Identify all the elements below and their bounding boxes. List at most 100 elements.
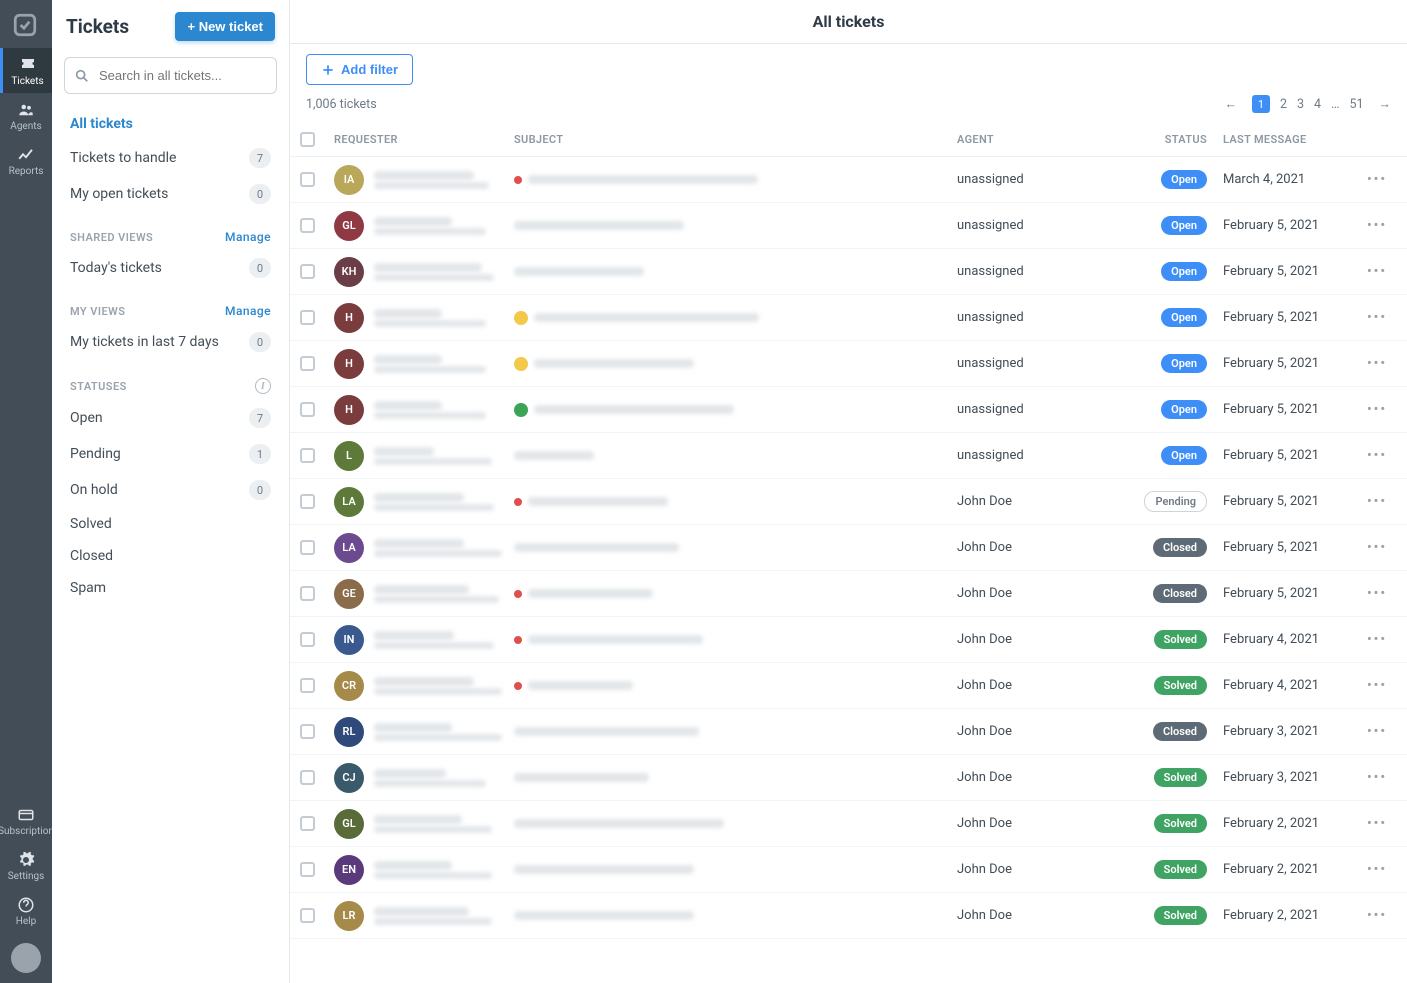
- table-row[interactable]: HunassignedOpenFebruary 5, 2021•••: [290, 387, 1407, 433]
- status-badge: Open: [1161, 216, 1207, 235]
- status-badge: Open: [1161, 262, 1207, 281]
- add-filter-button[interactable]: Add filter: [306, 54, 413, 85]
- row-more-icon[interactable]: •••: [1357, 632, 1397, 647]
- row-checkbox[interactable]: [300, 816, 315, 831]
- requester-avatar: GE: [334, 579, 364, 609]
- row-more-icon[interactable]: •••: [1357, 540, 1397, 555]
- row-checkbox[interactable]: [300, 632, 315, 647]
- sidebar-item[interactable]: My tickets in last 7 days0: [60, 324, 281, 360]
- row-checkbox[interactable]: [300, 862, 315, 877]
- col-last-message[interactable]: LAST MESSAGE: [1207, 133, 1357, 146]
- table-row[interactable]: CJJohn DoeSolvedFebruary 3, 2021•••: [290, 755, 1407, 801]
- next-page-icon[interactable]: →: [1379, 97, 1392, 112]
- sidebar-item[interactable]: My open tickets0: [60, 176, 281, 212]
- sidebar-item[interactable]: Spam: [60, 572, 281, 604]
- info-icon[interactable]: i: [255, 378, 271, 394]
- row-more-icon[interactable]: •••: [1357, 448, 1397, 463]
- rail-help[interactable]: Help: [0, 888, 52, 933]
- row-more-icon[interactable]: •••: [1357, 494, 1397, 509]
- row-more-icon[interactable]: •••: [1357, 770, 1397, 785]
- row-checkbox[interactable]: [300, 448, 315, 463]
- rail-tickets[interactable]: Tickets: [0, 48, 52, 93]
- table-row[interactable]: RLJohn DoeClosedFebruary 3, 2021•••: [290, 709, 1407, 755]
- select-all-checkbox[interactable]: [300, 132, 315, 147]
- row-more-icon[interactable]: •••: [1357, 310, 1397, 325]
- row-checkbox[interactable]: [300, 356, 315, 371]
- row-checkbox[interactable]: [300, 540, 315, 555]
- col-agent[interactable]: AGENT: [957, 133, 1087, 146]
- table-row[interactable]: GEJohn DoeClosedFebruary 5, 2021•••: [290, 571, 1407, 617]
- table-row[interactable]: CRJohn DoeSolvedFebruary 4, 2021•••: [290, 663, 1407, 709]
- col-subject[interactable]: SUBJECT: [514, 133, 957, 146]
- col-status[interactable]: STATUS: [1087, 133, 1207, 146]
- sidebar-item[interactable]: Tickets to handle7: [60, 140, 281, 176]
- user-avatar[interactable]: [11, 943, 41, 973]
- requester-name: [374, 861, 452, 870]
- prev-page-icon[interactable]: ←: [1224, 97, 1237, 112]
- col-requester[interactable]: REQUESTER: [334, 133, 514, 146]
- page-number[interactable]: 1: [1252, 95, 1270, 113]
- row-more-icon[interactable]: •••: [1357, 218, 1397, 233]
- row-more-icon[interactable]: •••: [1357, 264, 1397, 279]
- page-number: …: [1331, 97, 1339, 112]
- row-checkbox[interactable]: [300, 310, 315, 325]
- table-row[interactable]: LAJohn DoePendingFebruary 5, 2021•••: [290, 479, 1407, 525]
- sidebar-item[interactable]: Closed: [60, 540, 281, 572]
- row-checkbox[interactable]: [300, 678, 315, 693]
- table-row[interactable]: GLJohn DoeSolvedFebruary 2, 2021•••: [290, 801, 1407, 847]
- sidebar-item[interactable]: All tickets: [60, 108, 281, 140]
- page-number[interactable]: 3: [1297, 97, 1304, 112]
- new-ticket-button[interactable]: + New ticket: [175, 12, 275, 41]
- page-number[interactable]: 4: [1314, 97, 1321, 112]
- table-row[interactable]: KHunassignedOpenFebruary 5, 2021•••: [290, 249, 1407, 295]
- manage-shared-link[interactable]: Manage: [225, 230, 271, 244]
- page-number[interactable]: 51: [1349, 97, 1363, 112]
- rail-subscription[interactable]: Subscription: [0, 798, 52, 843]
- agent-name: unassigned: [957, 310, 1087, 325]
- row-checkbox[interactable]: [300, 218, 315, 233]
- table-row[interactable]: HunassignedOpenFebruary 5, 2021•••: [290, 295, 1407, 341]
- requester-avatar: CJ: [334, 763, 364, 793]
- row-checkbox[interactable]: [300, 724, 315, 739]
- row-more-icon[interactable]: •••: [1357, 678, 1397, 693]
- page-number[interactable]: 2: [1280, 97, 1287, 112]
- rail-settings[interactable]: Settings: [0, 843, 52, 888]
- requester-avatar: LA: [334, 533, 364, 563]
- table-row[interactable]: LAJohn DoeClosedFebruary 5, 2021•••: [290, 525, 1407, 571]
- rail-reports[interactable]: Reports: [0, 138, 52, 183]
- sidebar-item[interactable]: Open7: [60, 400, 281, 436]
- sidebar-item[interactable]: Today's tickets0: [60, 250, 281, 286]
- row-more-icon[interactable]: •••: [1357, 862, 1397, 877]
- row-more-icon[interactable]: •••: [1357, 724, 1397, 739]
- sidebar-item[interactable]: Pending1: [60, 436, 281, 472]
- row-checkbox[interactable]: [300, 586, 315, 601]
- sidebar-item[interactable]: Solved: [60, 508, 281, 540]
- row-more-icon[interactable]: •••: [1357, 908, 1397, 923]
- row-checkbox[interactable]: [300, 908, 315, 923]
- table-row[interactable]: LRJohn DoeSolvedFebruary 2, 2021•••: [290, 893, 1407, 939]
- table-row[interactable]: INJohn DoeSolvedFebruary 4, 2021•••: [290, 617, 1407, 663]
- row-more-icon[interactable]: •••: [1357, 172, 1397, 187]
- requester-email: [374, 734, 502, 741]
- row-more-icon[interactable]: •••: [1357, 356, 1397, 371]
- manage-myviews-link[interactable]: Manage: [225, 304, 271, 318]
- sidebar-item[interactable]: On hold0: [60, 472, 281, 508]
- row-more-icon[interactable]: •••: [1357, 402, 1397, 417]
- table-row[interactable]: LunassignedOpenFebruary 5, 2021•••: [290, 433, 1407, 479]
- table-row[interactable]: HunassignedOpenFebruary 5, 2021•••: [290, 341, 1407, 387]
- row-more-icon[interactable]: •••: [1357, 586, 1397, 601]
- requester-name: [374, 309, 442, 318]
- row-checkbox[interactable]: [300, 172, 315, 187]
- requester-avatar: LR: [334, 901, 364, 931]
- row-checkbox[interactable]: [300, 402, 315, 417]
- row-checkbox[interactable]: [300, 264, 315, 279]
- row-checkbox[interactable]: [300, 494, 315, 509]
- search-input[interactable]: [64, 57, 277, 94]
- table-row[interactable]: ENJohn DoeSolvedFebruary 2, 2021•••: [290, 847, 1407, 893]
- row-checkbox[interactable]: [300, 770, 315, 785]
- table-row[interactable]: GLunassignedOpenFebruary 5, 2021•••: [290, 203, 1407, 249]
- rail-agents[interactable]: Agents: [0, 93, 52, 138]
- row-more-icon[interactable]: •••: [1357, 816, 1397, 831]
- table-row[interactable]: IAunassignedOpenMarch 4, 2021•••: [290, 157, 1407, 203]
- last-message-date: February 5, 2021: [1207, 586, 1357, 601]
